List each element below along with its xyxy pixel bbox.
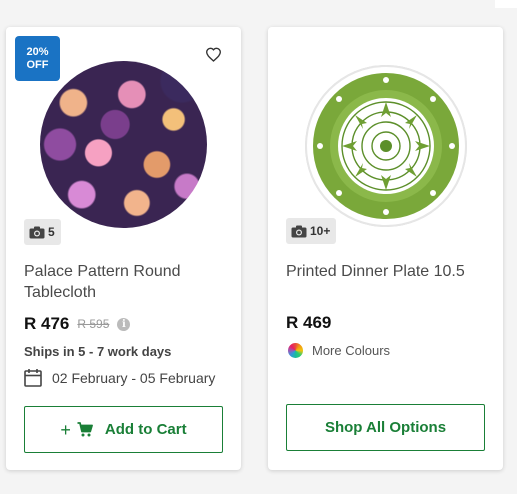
- more-colours[interactable]: More Colours: [288, 343, 390, 358]
- price: R 469: [286, 313, 332, 332]
- discount-badge-label: 20% OFF: [26, 45, 49, 71]
- photo-count-value: 5: [48, 225, 55, 239]
- shipping-time: Ships in 5 - 7 work days: [24, 344, 172, 359]
- camera-icon: [29, 226, 45, 238]
- wishlist-button[interactable]: [203, 44, 223, 64]
- discount-badge: 20% OFF: [15, 36, 60, 81]
- heart-outline-icon: [205, 47, 221, 62]
- camera-icon: [291, 225, 307, 237]
- add-to-cart-button[interactable]: + Add to Cart: [24, 406, 223, 453]
- product-title[interactable]: Palace Pattern Round Tablecloth: [24, 261, 204, 303]
- product-title[interactable]: Printed Dinner Plate 10.5: [286, 261, 486, 282]
- plus-icon: +: [60, 419, 71, 440]
- info-icon[interactable]: i: [117, 317, 131, 331]
- product-card-tablecloth[interactable]: 20% OFF 5 Palace Pattern Round Tableclot…: [6, 27, 241, 470]
- price-row: R 469: [286, 313, 331, 333]
- more-colours-label: More Colours: [312, 343, 391, 358]
- photo-count[interactable]: 10+: [286, 218, 337, 244]
- add-to-cart-label: Add to Cart: [104, 421, 187, 438]
- calendar-icon: [24, 369, 42, 387]
- delivery-dates-row: 02 February - 05 February: [24, 368, 215, 387]
- top-strip: [0, 0, 517, 8]
- product-image[interactable]: [40, 61, 207, 228]
- shop-all-options-button[interactable]: Shop All Options: [286, 404, 485, 451]
- cart-icon: [77, 422, 93, 437]
- photo-count-value: 10+: [310, 224, 331, 238]
- color-wheel-icon: [288, 343, 303, 358]
- plate-pattern: [305, 65, 467, 227]
- price-row: R 476 R 595 i: [24, 314, 131, 334]
- photo-count[interactable]: 5: [24, 219, 61, 245]
- top-right-patch: [495, 0, 517, 8]
- product-card-plate[interactable]: 10+ Printed Dinner Plate 10.5 R 469 More…: [268, 27, 503, 470]
- original-price: R 595: [77, 317, 110, 331]
- delivery-dates: 02 February - 05 February: [52, 369, 216, 386]
- shop-all-options-label: Shop All Options: [324, 419, 447, 436]
- price: R 476: [24, 314, 70, 333]
- product-image[interactable]: [305, 65, 467, 227]
